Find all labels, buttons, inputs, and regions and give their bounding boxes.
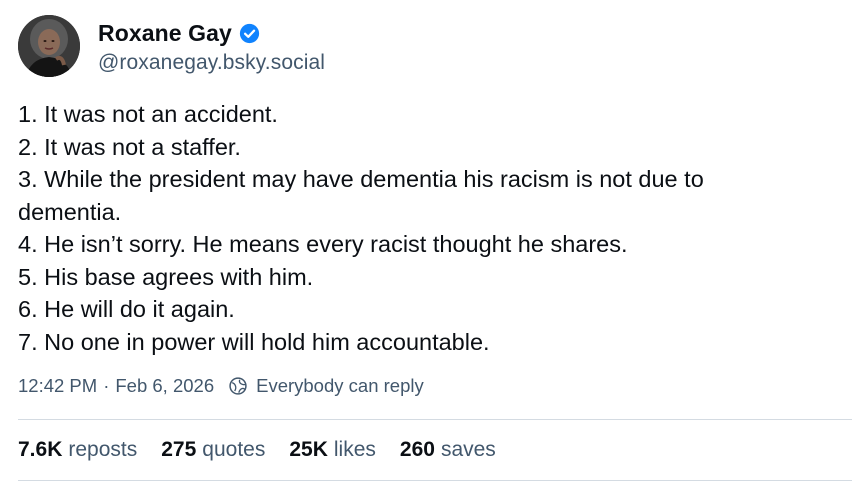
saves-count: 260 — [399, 438, 435, 461]
quotes-count: 275 — [161, 438, 197, 461]
reposts-count: 7.6K — [18, 438, 63, 461]
quotes-stat[interactable]: 275 quotes — [161, 438, 265, 462]
reply-setting[interactable]: Everybody can reply — [256, 375, 424, 397]
verified-badge-icon[interactable] — [239, 23, 260, 44]
divider — [18, 419, 852, 420]
saves-label: saves — [440, 438, 496, 461]
post-text-line: 5. His base agrees with him. — [18, 263, 314, 290]
author-display-name[interactable]: Roxane Gay — [98, 20, 232, 47]
post-text-line: 4. He isn’t sorry. He means every racist… — [18, 231, 628, 257]
meta-separator: · — [103, 375, 110, 396]
post-text-line: 2. It was not a staffer. — [18, 133, 241, 160]
post-header: Roxane Gay @roxanegay.bsky.social — [18, 14, 850, 78]
post-text: 1. It was not an accident. 2. It was not… — [18, 98, 818, 358]
author-names: Roxane Gay @roxanegay.bsky.social — [98, 18, 325, 75]
author-handle[interactable]: @roxanegay.bsky.social — [98, 51, 325, 75]
post: Roxane Gay @roxanegay.bsky.social 1. It … — [18, 14, 850, 399]
likes-label: likes — [333, 438, 376, 461]
likes-stat[interactable]: 25K likes — [289, 438, 376, 462]
post-meta: 12:42 PM · Feb 6, 2026 Everybody can rep… — [18, 373, 850, 399]
divider — [18, 480, 852, 481]
post-text-line: 7. No one in power will hold him account… — [18, 328, 490, 355]
post-time: 12:42 PM — [18, 375, 98, 396]
earth-icon[interactable] — [228, 376, 248, 396]
saves-stat[interactable]: 260 saves — [400, 438, 496, 462]
post-text-line: dementia. — [18, 198, 122, 225]
reposts-stat[interactable]: 7.6K reposts — [18, 438, 137, 462]
avatar[interactable] — [18, 15, 80, 77]
post-text-line: 6. He will do it again. — [18, 296, 235, 322]
likes-count: 25K — [289, 438, 328, 461]
quotes-label: quotes — [202, 438, 266, 461]
reposts-label: reposts — [68, 438, 138, 461]
post-date: Feb 6, 2026 — [115, 375, 215, 396]
engagement-stats: 7.6K reposts 275 quotes 25K likes 260 sa… — [18, 436, 520, 464]
display-name-row: Roxane Gay — [98, 18, 325, 50]
post-text-line: 1. It was not an accident. — [18, 101, 278, 127]
post-text-line: 3. While the president may have dementia… — [18, 166, 704, 192]
